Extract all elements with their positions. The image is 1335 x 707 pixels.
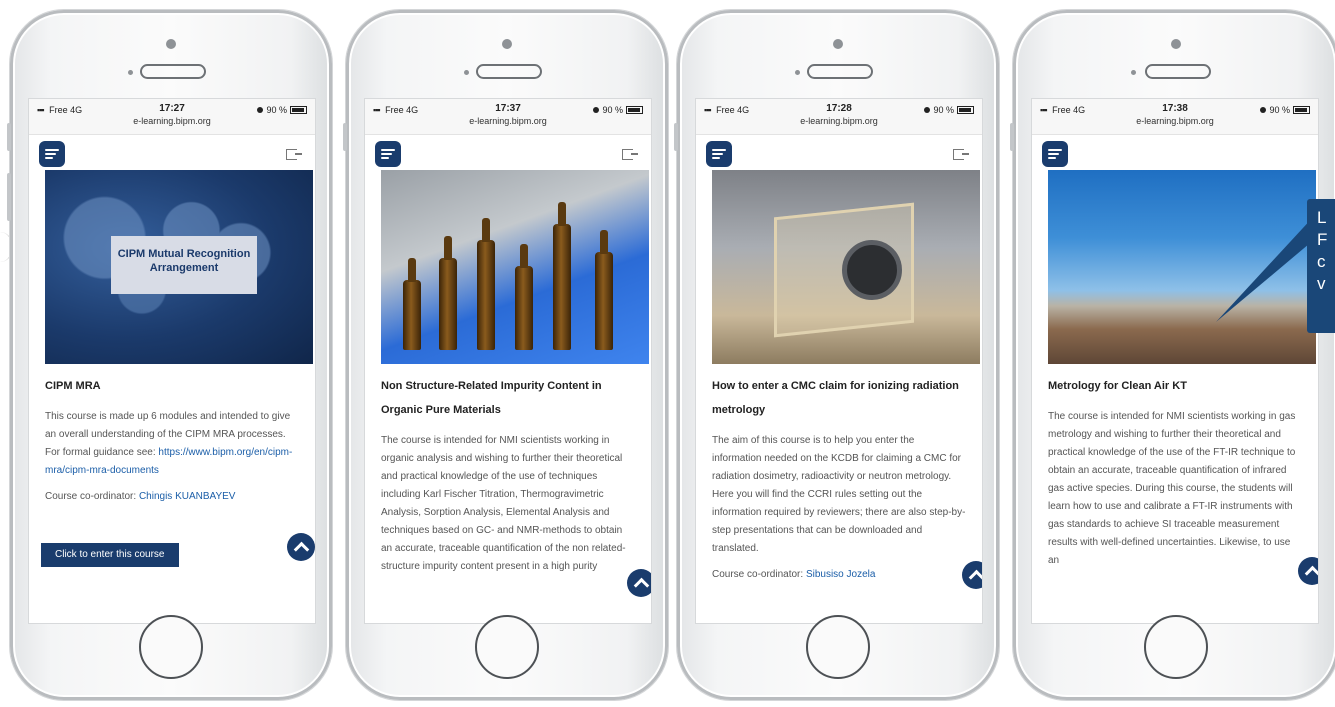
logout-icon[interactable] [286, 149, 302, 160]
menu-icon [381, 149, 395, 151]
course-image-label: CIPM Mutual Recognition Arrangement [111, 236, 257, 294]
course-card: CIPM Mutual Recognition Arrangement CIPM… [29, 170, 315, 506]
camera-icon [833, 39, 843, 49]
sensor-icon [128, 70, 133, 75]
scroll-top-button[interactable] [627, 569, 651, 597]
course-coordinator: Course co-ordinator: Sibusiso Jozela [712, 569, 876, 580]
phone-cmc-claim: ▪▪▪ Free 4G 17:28 e-learning.bipm.org 90… [674, 10, 999, 700]
battery-label: 90 % [1269, 105, 1290, 115]
menu-icon [45, 149, 59, 151]
home-button[interactable] [139, 615, 203, 679]
status-bar: ▪▪▪ Free 4G 17:27 e-learning.bipm.org 90… [29, 99, 315, 135]
status-bar: ▪▪▪ Free 4G 17:37 e-learning.bipm.org 90… [365, 99, 651, 135]
logout-icon[interactable] [622, 149, 638, 160]
alarm-icon [1260, 107, 1267, 113]
camera-icon [1171, 39, 1181, 49]
app-topbar [1032, 135, 1318, 170]
logout-icon[interactable] [953, 149, 969, 160]
status-bar: ▪▪▪ Free 4G 17:28 e-learning.bipm.org 90… [696, 99, 982, 135]
course-card: Metrology for Clean Air KT The course is… [1032, 170, 1318, 570]
speaker-icon [1145, 64, 1211, 79]
speaker-icon [807, 64, 873, 79]
stage: ▪▪▪ Free 4G 17:27 e-learning.bipm.org 90… [0, 0, 1335, 707]
course-card: How to enter a CMC claim for ionizing ra… [696, 170, 982, 584]
course-title[interactable]: CIPM MRA [45, 374, 299, 398]
battery-icon [290, 106, 307, 114]
phone-side-button [674, 123, 678, 151]
url-bar[interactable]: e-learning.bipm.org [696, 116, 982, 126]
course-card: Non Structure-Related Impurity Content i… [365, 170, 651, 576]
url-bar[interactable]: e-learning.bipm.org [29, 116, 315, 126]
phone-side-button [7, 123, 11, 151]
app-topbar [29, 135, 315, 170]
vial-graphic [439, 236, 457, 350]
course-description: The aim of this course is to help you en… [712, 435, 966, 554]
scroll-top-button[interactable] [287, 533, 315, 561]
phone-clean-air: ▪▪▪ Free 4G 17:38 e-learning.bipm.org 90… [1010, 10, 1335, 700]
alarm-icon [593, 107, 600, 113]
coordinator-link[interactable]: Chingis KUANBAYEV [139, 491, 236, 502]
url-bar[interactable]: e-learning.bipm.org [365, 116, 651, 126]
menu-button[interactable] [375, 141, 401, 167]
battery-label: 90 % [933, 105, 954, 115]
phone-screen: ▪▪▪ Free 4G 17:37 e-learning.bipm.org 90… [364, 98, 652, 624]
home-button[interactable] [1144, 615, 1208, 679]
phone-cipm-mra: ▪▪▪ Free 4G 17:27 e-learning.bipm.org 90… [7, 10, 332, 700]
phone-screen: ▪▪▪ Free 4G 17:38 e-learning.bipm.org 90… [1031, 98, 1319, 624]
course-image-phantom[interactable] [712, 170, 980, 364]
course-title[interactable]: Non Structure-Related Impurity Content i… [381, 374, 635, 422]
app-topbar [365, 135, 651, 170]
speaker-icon [476, 64, 542, 79]
menu-icon [1048, 149, 1062, 151]
alarm-icon [924, 107, 931, 113]
battery-label: 90 % [266, 105, 287, 115]
vial-graphic [515, 244, 533, 350]
vial-graphic [403, 258, 421, 350]
vial-graphic [595, 230, 613, 350]
battery-icon [626, 106, 643, 114]
camera-icon [502, 39, 512, 49]
detector-ring-graphic [842, 240, 902, 300]
battery-label: 90 % [602, 105, 623, 115]
phone-screen: ▪▪▪ Free 4G 17:27 e-learning.bipm.org 90… [28, 98, 316, 624]
camera-icon [166, 39, 176, 49]
url-bar[interactable]: e-learning.bipm.org [1032, 116, 1318, 126]
course-description: This course is made up 6 modules and int… [45, 411, 293, 476]
course-description: The course is intended for NMI scientist… [1048, 411, 1296, 566]
vial-graphic [477, 218, 495, 350]
speaker-icon [140, 64, 206, 79]
home-button[interactable] [806, 615, 870, 679]
battery-icon [1293, 106, 1310, 114]
sensor-icon [464, 70, 469, 75]
callout-box: L F c v [1307, 199, 1335, 333]
phone-impurity-content: ▪▪▪ Free 4G 17:37 e-learning.bipm.org 90… [343, 10, 668, 700]
course-title[interactable]: How to enter a CMC claim for ionizing ra… [712, 374, 966, 422]
enter-course-button[interactable]: Click to enter this course [41, 543, 179, 567]
alarm-icon [257, 107, 264, 113]
course-description: The course is intended for NMI scientist… [381, 435, 626, 572]
phone-side-button [1010, 123, 1014, 151]
scroll-top-button[interactable] [1298, 557, 1318, 585]
app-topbar [696, 135, 982, 170]
course-image-cipm-mra[interactable]: CIPM Mutual Recognition Arrangement [45, 170, 313, 364]
course-coordinator: Course co-ordinator: Chingis KUANBAYEV [45, 491, 236, 502]
menu-icon [712, 149, 726, 151]
phone-side-button [7, 173, 11, 221]
phone-screen: ▪▪▪ Free 4G 17:28 e-learning.bipm.org 90… [695, 98, 983, 624]
scroll-top-button[interactable] [962, 561, 982, 589]
menu-button[interactable] [1042, 141, 1068, 167]
status-bar: ▪▪▪ Free 4G 17:38 e-learning.bipm.org 90… [1032, 99, 1318, 135]
sensor-icon [795, 70, 800, 75]
coordinator-link[interactable]: Sibusiso Jozela [806, 569, 875, 580]
battery-icon [957, 106, 974, 114]
menu-button[interactable] [39, 141, 65, 167]
sensor-icon [1131, 70, 1136, 75]
vial-graphic [553, 202, 571, 350]
phone-side-button [343, 123, 347, 151]
home-button[interactable] [475, 615, 539, 679]
course-image-vials[interactable] [381, 170, 649, 364]
course-title[interactable]: Metrology for Clean Air KT [1048, 374, 1302, 398]
menu-button[interactable] [706, 141, 732, 167]
